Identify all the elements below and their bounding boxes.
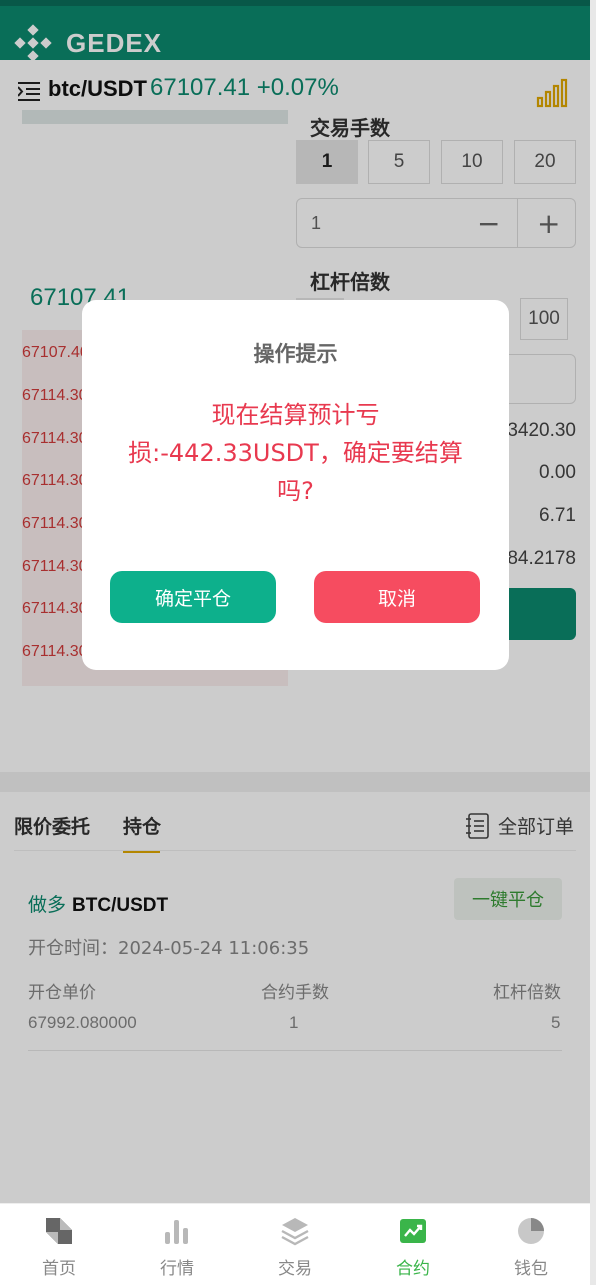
home-icon xyxy=(46,1218,72,1244)
nav-label-home: 首页 xyxy=(42,1259,76,1279)
dialog-message: 现在结算预计亏损:-442.33USDT，确定要结算吗? xyxy=(128,401,463,505)
app-screen: GEDEX btc/USDT 67107.41 +0.07% 交易手数 1 5 … xyxy=(0,0,590,1285)
wallet-icon xyxy=(518,1218,544,1244)
contract-icon xyxy=(400,1219,426,1243)
confirm-close-button[interactable]: 确定平仓 xyxy=(110,571,276,623)
market-icon xyxy=(165,1220,188,1244)
nav-market[interactable]: 行情 xyxy=(118,1204,236,1285)
layers-icon xyxy=(281,1218,309,1246)
nav-contract[interactable]: 合约 xyxy=(354,1204,472,1285)
confirm-close-dialog: 操作提示 现在结算预计亏损:-442.33USDT，确定要结算吗? 确定平仓 取… xyxy=(82,300,509,670)
nav-label-wallet: 钱包 xyxy=(514,1259,548,1279)
nav-label-trade: 交易 xyxy=(278,1259,312,1279)
cancel-button[interactable]: 取消 xyxy=(314,571,480,623)
dialog-title: 操作提示 xyxy=(253,342,338,366)
nav-label-market: 行情 xyxy=(160,1259,194,1279)
nav-trade[interactable]: 交易 xyxy=(236,1204,354,1285)
nav-wallet[interactable]: 钱包 xyxy=(472,1204,590,1285)
nav-home[interactable]: 首页 xyxy=(0,1204,118,1285)
nav-label-contract: 合约 xyxy=(396,1259,430,1279)
bottom-nav: 首页 行情 交易 合约 钱包 xyxy=(0,1203,590,1285)
